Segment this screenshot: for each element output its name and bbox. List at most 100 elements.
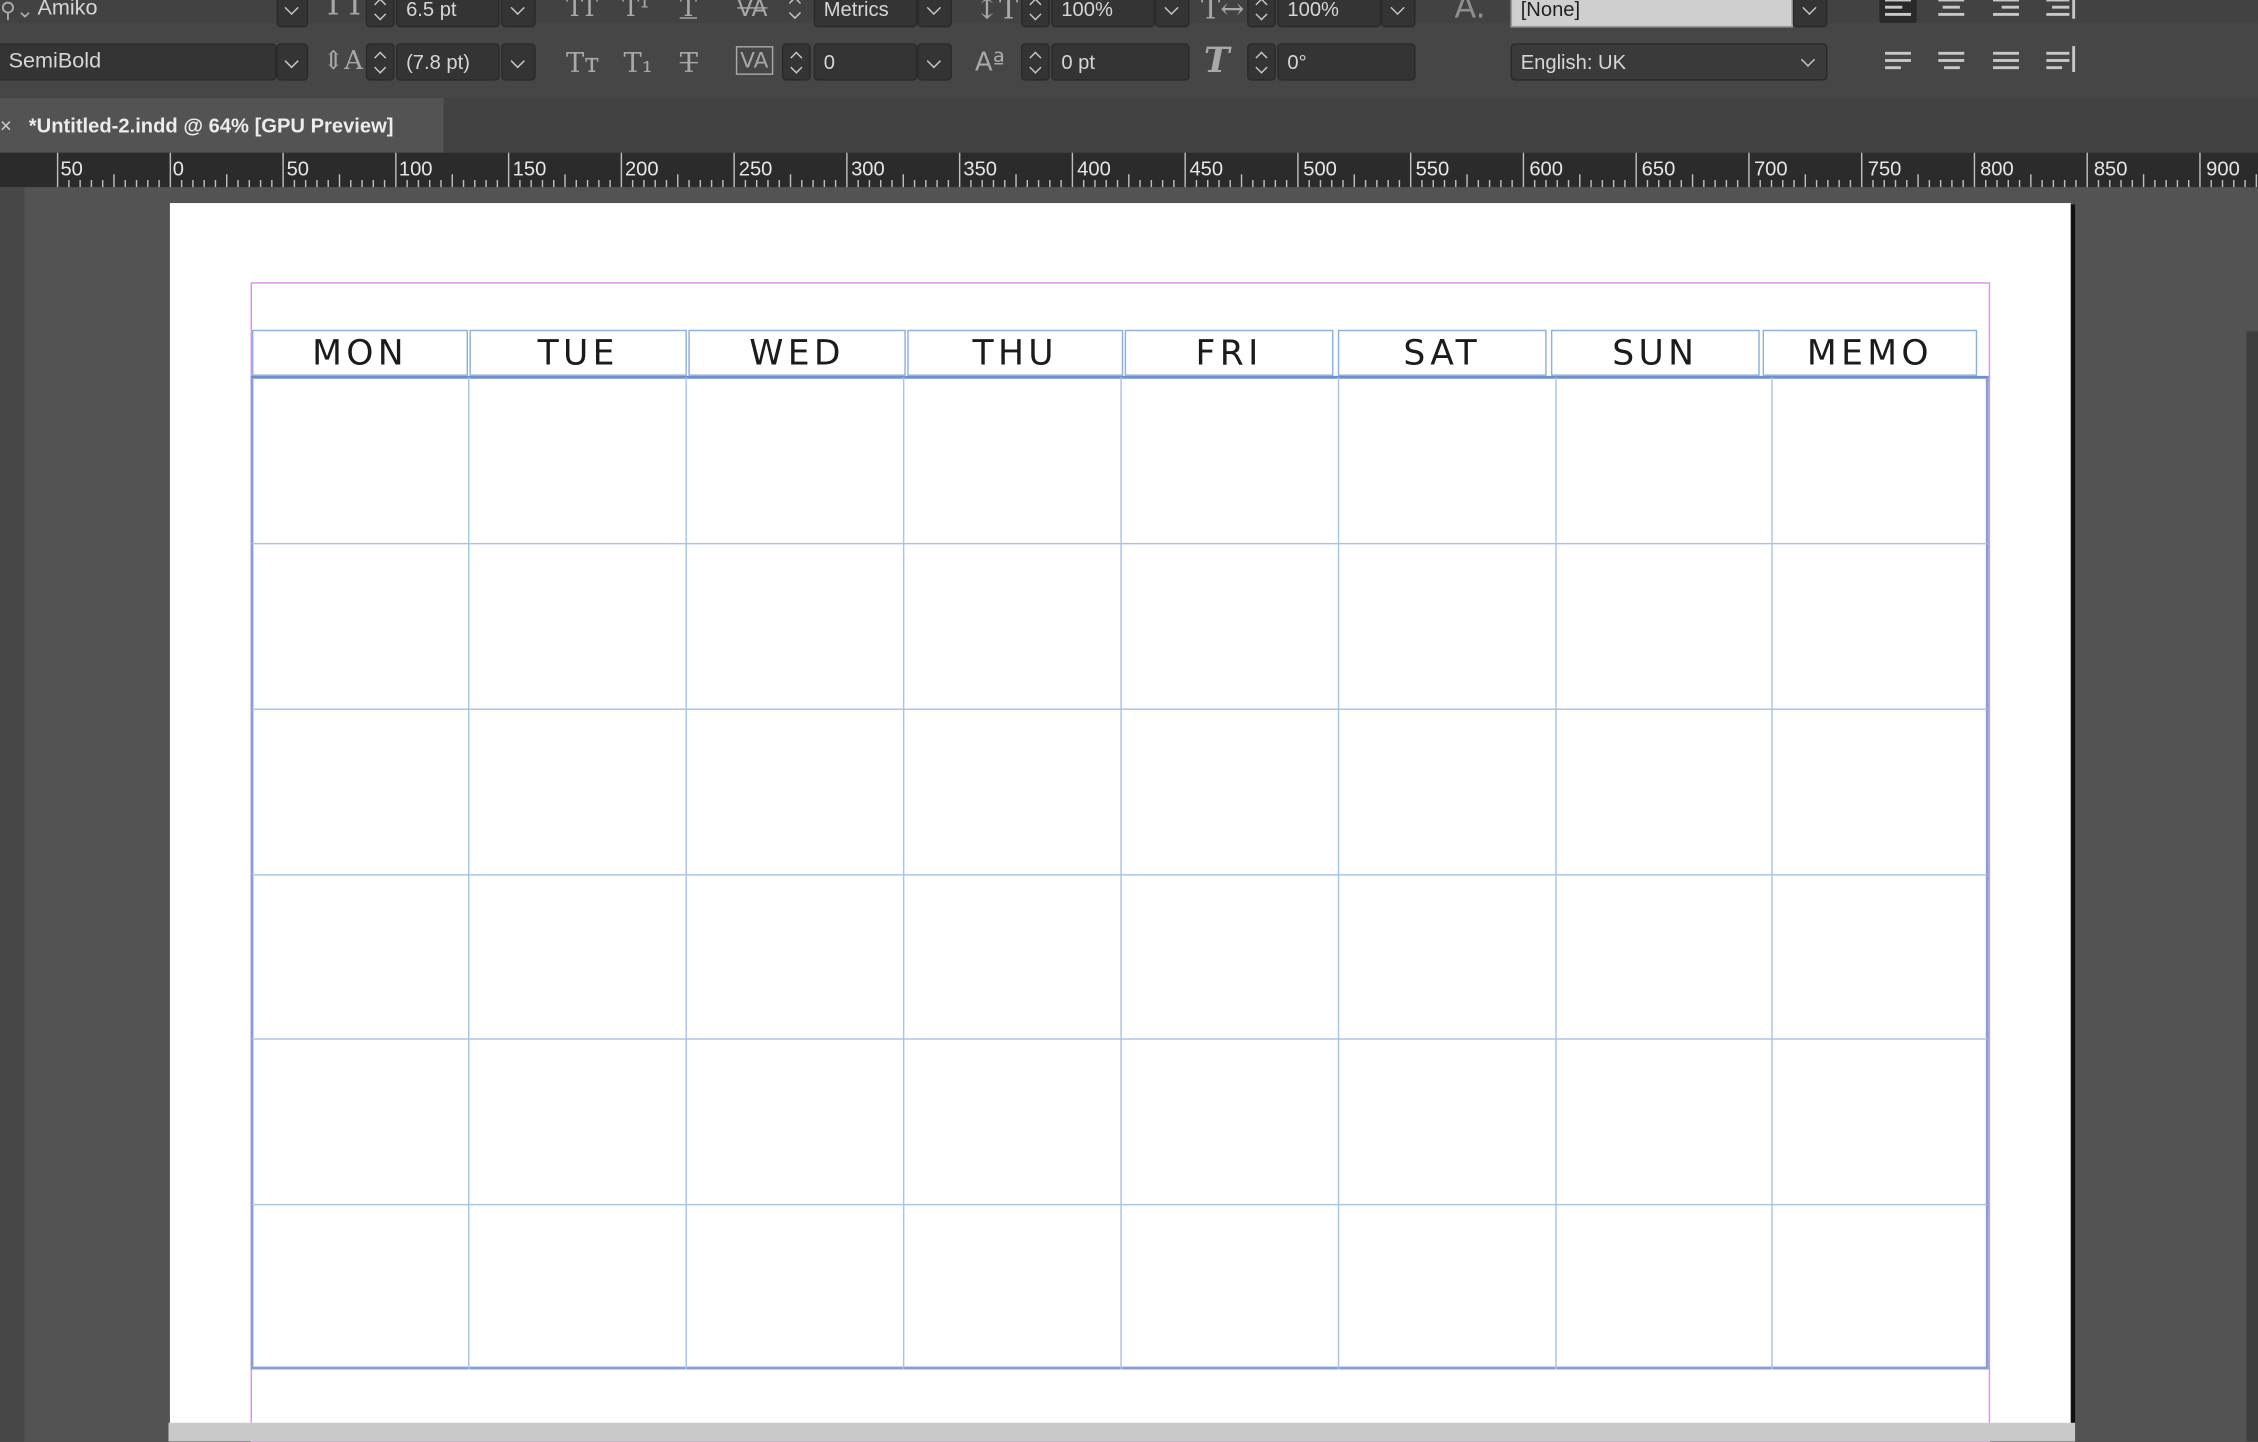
justify-left-button[interactable] (1879, 46, 1916, 78)
grid-row-line (252, 1204, 1988, 1206)
ruler-label: 650 (1642, 159, 1676, 181)
grid-row-line (252, 873, 1988, 875)
chevron-down-icon (926, 55, 943, 72)
ruler-label: 550 (1416, 159, 1450, 181)
ruler-label: 50 (287, 159, 309, 181)
font-family-field[interactable]: Amiko (29, 0, 305, 27)
vertical-scale-field[interactable]: 100% (1051, 0, 1155, 28)
baseline-shift-field[interactable]: 0 pt (1051, 43, 1190, 81)
kerning-field[interactable]: Metrics (813, 0, 918, 28)
align-right-button[interactable] (1987, 0, 2024, 23)
ruler-label: 350 (963, 159, 997, 181)
day-header-wed[interactable]: WED (688, 329, 906, 376)
character-style-dropdown[interactable] (1792, 0, 1828, 28)
vertical-ruler[interactable] (0, 187, 25, 1442)
horizontal-ruler[interactable]: 50 0 50 100 150 200 250 300 350 400 450 500 550 600 65… (0, 152, 2258, 188)
ruler-label: 750 (1868, 159, 1902, 181)
grid-row-line (252, 1038, 1988, 1041)
ruler-label: 400 (1077, 159, 1111, 181)
ruler-label: 700 (1754, 159, 1788, 181)
align-towards-spine-button[interactable] (2041, 0, 2078, 23)
leading-stepper[interactable] (365, 43, 395, 81)
superscript-icon[interactable]: T¹ (622, 0, 650, 23)
skew-field[interactable]: 0° (1277, 43, 1416, 81)
day-header-fri[interactable]: FRI (1124, 329, 1334, 376)
page-bottom-bar (168, 1422, 2076, 1442)
strikethrough-icon[interactable]: T (680, 49, 698, 78)
ruler-label: 800 (1980, 159, 2014, 181)
ruler-label: 100 (399, 159, 433, 181)
font-size-dropdown[interactable] (501, 0, 536, 28)
close-icon[interactable]: × (0, 98, 17, 153)
ruler-label: 450 (1189, 159, 1223, 181)
day-header-memo[interactable]: MEMO (1762, 329, 1978, 376)
chevron-down-icon[interactable] (1800, 53, 1817, 70)
align-center-button[interactable] (1933, 0, 1970, 23)
language-field[interactable]: English: UK (1510, 43, 1828, 81)
chevron-down-icon (1164, 1, 1181, 18)
day-header-sat[interactable]: SAT (1337, 329, 1547, 376)
font-style-dropdown[interactable] (276, 43, 309, 81)
grid-row-line (252, 542, 1988, 545)
ruler-label: 250 (739, 159, 773, 181)
justify-center-button[interactable] (1933, 46, 1970, 78)
ruler-label: 900 (2206, 159, 2240, 181)
tracking-field[interactable]: 0 (813, 43, 918, 81)
chevron-down-icon (284, 55, 301, 72)
baseline-shift-icon: Aª (974, 47, 1005, 78)
underline-icon[interactable]: T (680, 0, 697, 23)
small-caps-icon[interactable]: Tт (566, 49, 599, 78)
leading-field[interactable]: (7.8 pt) (396, 43, 500, 81)
subscript-icon[interactable]: T₁ (624, 49, 653, 78)
day-header-thu[interactable]: THU (907, 329, 1124, 376)
font-style-field[interactable]: SemiBold (0, 43, 277, 81)
indesign-workspace: ⚲⌄ Amiko TT 6.5 pt TT T¹ T VA Metrics ↕T… (0, 0, 2258, 1442)
ruler-label: 150 (513, 159, 547, 181)
kerning-dropdown[interactable] (917, 0, 952, 28)
align-away-from-spine-button[interactable] (2041, 46, 2078, 78)
horizontal-scale-stepper[interactable] (1247, 0, 1276, 28)
page-shadow (2070, 204, 2076, 1442)
kerning-stepper[interactable] (782, 0, 811, 27)
kerning-icon: VA (735, 46, 773, 75)
ruler-label: 300 (851, 159, 885, 181)
chevron-down-icon (510, 1, 527, 18)
grid-row-line (252, 708, 1988, 710)
font-family-dropdown[interactable] (276, 0, 309, 28)
font-size-icon: TT (322, 0, 366, 24)
vertical-scale-dropdown[interactable] (1154, 0, 1190, 28)
tracking-dropdown[interactable] (917, 43, 952, 81)
ruler-label: 500 (1303, 159, 1337, 181)
chevron-down-icon (1802, 1, 1819, 18)
day-header-sun[interactable]: SUN (1550, 329, 1760, 376)
horizontal-scale-dropdown[interactable] (1381, 0, 1416, 28)
day-header-tue[interactable]: TUE (469, 329, 687, 376)
chevron-down-icon (926, 1, 943, 18)
document-tab[interactable]: × *Untitled-2.indd @ 64% [GPU Preview] (0, 97, 444, 153)
chevron-down-icon (510, 55, 527, 72)
day-header-mon[interactable]: MON (252, 329, 469, 376)
skew-icon: T (1203, 38, 1230, 81)
horizontal-scale-field[interactable]: 100% (1277, 0, 1382, 28)
ruler-label: 600 (1529, 159, 1563, 181)
ruler-ticks: 50 0 50 100 150 200 250 300 350 400 450 500 550 600 65… (56, 152, 2258, 188)
all-caps-icon[interactable]: TT (566, 0, 598, 23)
tracking-stepper[interactable] (781, 43, 811, 81)
align-left-button[interactable] (1879, 0, 1917, 24)
chevron-down-icon (284, 1, 301, 18)
ruler-label: 50 (60, 159, 82, 181)
ruler-label: 0 (173, 159, 184, 181)
scroll-strip[interactable] (2246, 331, 2258, 1442)
skew-stepper[interactable] (1247, 43, 1276, 81)
chevron-down-icon (1390, 1, 1407, 18)
vertical-scale-stepper[interactable] (1020, 0, 1050, 28)
document-tab-title: *Untitled-2.indd @ 64% [GPU Preview] (28, 113, 394, 137)
font-size-stepper[interactable] (365, 0, 395, 28)
tracking-icon: VA (737, 0, 768, 22)
ruler-label: 200 (625, 159, 659, 181)
character-style-field[interactable]: [None] (1510, 0, 1793, 28)
baseline-shift-stepper[interactable] (1020, 43, 1050, 81)
leading-dropdown[interactable] (501, 43, 536, 81)
justify-all-button[interactable] (1987, 46, 2024, 78)
font-size-field[interactable]: 6.5 pt (396, 0, 500, 28)
